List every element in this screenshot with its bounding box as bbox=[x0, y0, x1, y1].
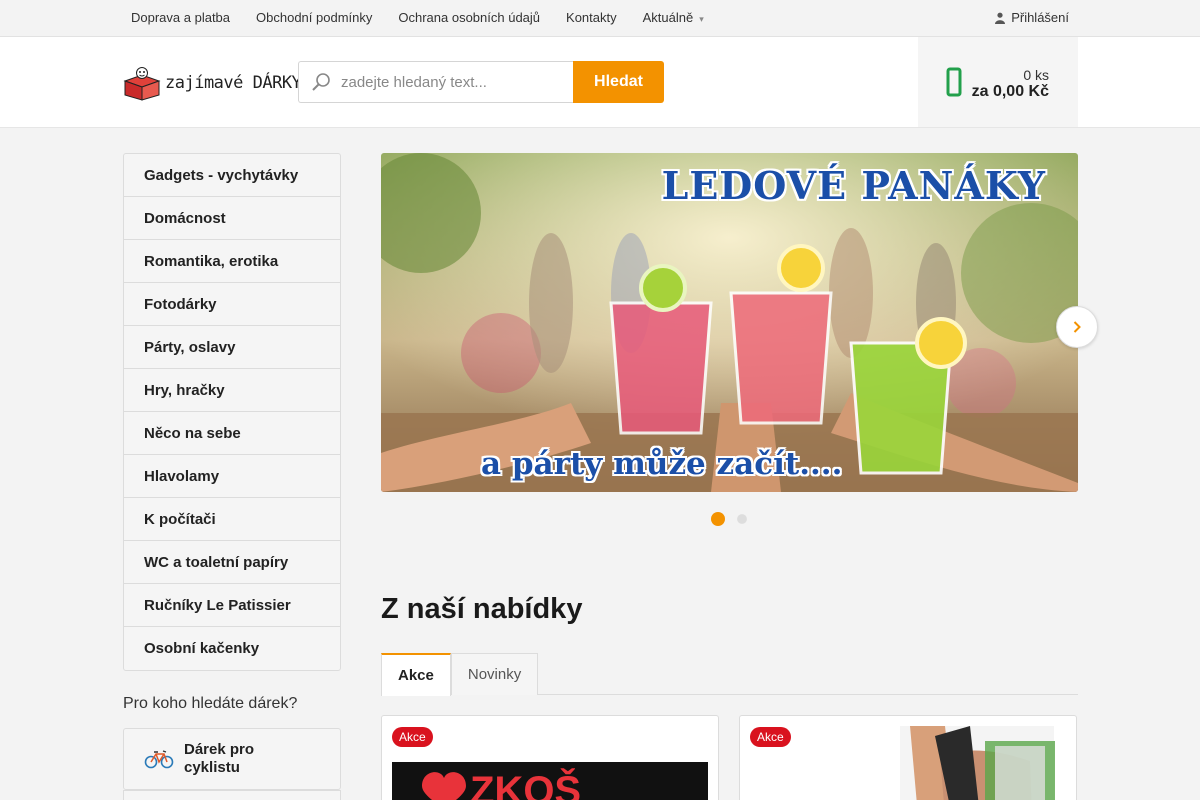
category-parties[interactable]: Párty, oslavy bbox=[124, 326, 340, 369]
topnav-news-label: Aktuálně bbox=[642, 10, 694, 25]
slider-dots bbox=[711, 512, 749, 526]
slider-next-button[interactable] bbox=[1056, 306, 1098, 348]
banner-title: LEDOVÉ PANÁKY bbox=[661, 163, 1046, 208]
banner-subtitle: a párty může začít.... bbox=[481, 446, 843, 482]
product-card[interactable]: Akce ZKOŠ ... bbox=[381, 715, 719, 800]
search-input[interactable] bbox=[341, 73, 561, 91]
category-menu: Gadgets - vychytávky Domácnost Romantika… bbox=[123, 153, 341, 671]
persona-label: Dárek pro cyklistu bbox=[184, 741, 255, 776]
cart-total: za 0,00 Kč bbox=[971, 83, 1049, 100]
category-gadgets[interactable]: Gadgets - vychytávky bbox=[124, 154, 340, 197]
chevron-down-icon: ▾ bbox=[699, 14, 704, 24]
category-clothing[interactable]: Něco na sebe bbox=[124, 412, 340, 455]
cart-widget[interactable]: 0 ks za 0,00 Kč bbox=[918, 37, 1078, 127]
search-box bbox=[298, 61, 573, 103]
category-household[interactable]: Domácnost bbox=[124, 197, 340, 240]
persona-item-partial[interactable] bbox=[123, 790, 341, 800]
topnav-link-contacts[interactable]: Kontakty bbox=[566, 10, 617, 25]
sale-badge: Akce bbox=[392, 727, 433, 747]
category-ducks[interactable]: Osobní kačenky bbox=[124, 627, 340, 670]
login-label: Přihlášení bbox=[1011, 10, 1069, 25]
login-link[interactable]: Přihlášení bbox=[995, 10, 1069, 25]
search-form: Hledat bbox=[298, 61, 664, 103]
product-image: ZKOŠ ... bbox=[392, 762, 708, 800]
topnav-link-news[interactable]: Aktuálně ▾ bbox=[643, 10, 704, 25]
top-navigation: Doprava a platba Obchodní podmínky Ochra… bbox=[131, 10, 730, 25]
topnav-link-privacy[interactable]: Ochrana osobních údajů bbox=[398, 10, 540, 25]
slider-dot-1[interactable] bbox=[711, 512, 725, 526]
slider-dot-2[interactable] bbox=[737, 514, 747, 524]
gift-box-logo-icon bbox=[123, 67, 161, 101]
category-games-toys[interactable]: Hry, hračky bbox=[124, 369, 340, 412]
topnav-link-shipping[interactable]: Doprava a platba bbox=[131, 10, 230, 25]
offer-tabs: Akce Novinky bbox=[381, 653, 1078, 696]
product-image bbox=[900, 726, 1055, 800]
category-towels[interactable]: Ručníky Le Patissier bbox=[124, 584, 340, 627]
header: zajímavé DÁRKY Hledat 0 ks za 0,00 Kč bbox=[0, 37, 1200, 128]
search-icon bbox=[312, 73, 330, 91]
category-photo-gifts[interactable]: Fotodárky bbox=[124, 283, 340, 326]
category-computer[interactable]: K počítači bbox=[124, 498, 340, 541]
svg-text:ZKOŠ: ZKOŠ bbox=[470, 767, 581, 800]
svg-text:...: ... bbox=[660, 793, 673, 800]
top-bar: Doprava a platba Obchodní podmínky Ochra… bbox=[0, 0, 1200, 37]
site-logo[interactable]: zajímavé DÁRKY bbox=[123, 65, 302, 101]
cart-count: 0 ks bbox=[1023, 67, 1049, 83]
offer-heading: Z naší nabídky bbox=[381, 593, 583, 625]
sale-badge: Akce bbox=[750, 727, 791, 747]
topnav-link-terms[interactable]: Obchodní podmínky bbox=[256, 10, 372, 25]
search-button[interactable]: Hledat bbox=[573, 61, 664, 103]
persona-cyclist[interactable]: Dárek pro cyklistu bbox=[123, 728, 341, 790]
user-icon bbox=[995, 12, 1006, 24]
for-whom-heading: Pro koho hledáte dárek? bbox=[123, 695, 298, 712]
tab-new[interactable]: Novinky bbox=[450, 653, 539, 695]
product-card[interactable]: Akce bbox=[739, 715, 1077, 800]
category-romance[interactable]: Romantika, erotika bbox=[124, 240, 340, 283]
bicycle-icon bbox=[144, 750, 174, 769]
tab-sale[interactable]: Akce bbox=[381, 653, 451, 696]
category-wc-paper[interactable]: WC a toaletní papíry bbox=[124, 541, 340, 584]
category-puzzles[interactable]: Hlavolamy bbox=[124, 455, 340, 498]
hero-banner[interactable]: LEDOVÉ PANÁKY a párty může začít.... bbox=[381, 153, 1078, 492]
shopping-cart-icon bbox=[946, 67, 962, 97]
chevron-right-icon bbox=[1073, 321, 1081, 333]
logo-text: zajímavé DÁRKY bbox=[165, 73, 302, 93]
